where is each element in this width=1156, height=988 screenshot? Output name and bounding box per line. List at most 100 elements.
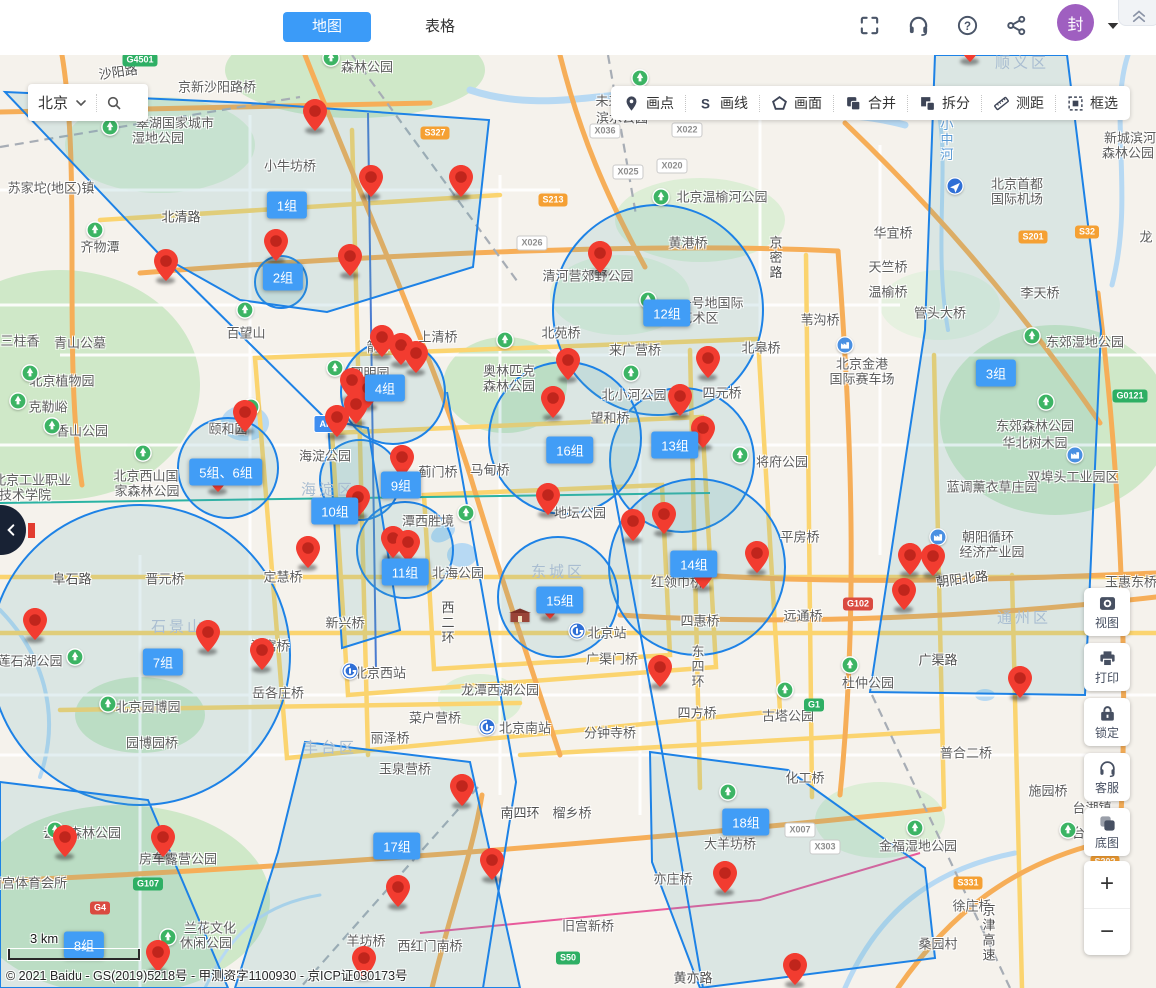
road-shield: X303 <box>809 840 840 855</box>
group-label[interactable]: 3组 <box>976 360 1016 387</box>
search-icon[interactable] <box>106 95 122 111</box>
map-place-label: 黄港桥 <box>668 233 707 252</box>
side-tool-print[interactable]: 打印 <box>1084 643 1130 691</box>
fullscreen-icon[interactable] <box>858 14 881 37</box>
tab-map[interactable]: 地图 <box>283 12 371 42</box>
map-place-label: 玉泉营桥 <box>379 759 431 778</box>
map-pin[interactable] <box>195 619 221 653</box>
map-pin[interactable] <box>249 637 275 671</box>
map-pin[interactable] <box>1007 665 1033 699</box>
map-place-label: 阜石路 <box>52 569 91 588</box>
map-place-label: 岳各庄桥 <box>252 683 304 702</box>
side-tool-lock[interactable]: 锁定 <box>1084 698 1130 746</box>
draw-tool-polyline[interactable]: S画线 <box>697 93 748 113</box>
polygon-icon <box>771 95 788 112</box>
collapse-header-button[interactable] <box>1118 0 1156 26</box>
group-label[interactable]: 16组 <box>546 437 593 464</box>
view-icon <box>1098 594 1117 613</box>
city-name[interactable]: 北京 <box>38 92 68 113</box>
group-label[interactable]: 17组 <box>373 833 420 860</box>
map-pin[interactable] <box>295 535 321 569</box>
map-place-label: 来广营桥 <box>609 340 661 359</box>
map-pin[interactable] <box>782 952 808 986</box>
draw-tool-merge[interactable]: 合并 <box>845 93 896 113</box>
group-label[interactable]: 4组 <box>365 375 405 402</box>
group-label[interactable]: 1组 <box>267 192 307 219</box>
group-label[interactable]: 7组 <box>143 649 183 676</box>
map-pin[interactable] <box>52 824 78 858</box>
help-icon[interactable]: ? <box>956 14 979 37</box>
map-pin[interactable] <box>647 654 673 688</box>
map-pin[interactable] <box>358 164 384 198</box>
map-pin[interactable] <box>744 540 770 574</box>
map-pin[interactable] <box>920 543 946 577</box>
map-pin[interactable] <box>302 98 328 132</box>
group-label[interactable]: 10组 <box>311 498 358 525</box>
group-label[interactable]: 9组 <box>381 472 421 499</box>
map-pin[interactable] <box>385 874 411 908</box>
zoom-out-button[interactable]: − <box>1084 909 1130 956</box>
map-pin[interactable] <box>337 243 363 277</box>
map-pin[interactable] <box>403 340 429 374</box>
map-pin[interactable] <box>695 345 721 379</box>
group-label[interactable]: 18组 <box>722 809 769 836</box>
map-pin[interactable] <box>479 847 505 881</box>
map-pin[interactable] <box>22 607 48 641</box>
zoom-in-button[interactable]: + <box>1084 861 1130 909</box>
map-pin[interactable] <box>712 860 738 894</box>
city-selector[interactable]: 北京 <box>28 84 148 121</box>
group-label[interactable]: 15组 <box>536 587 583 614</box>
map-pin[interactable] <box>587 240 613 274</box>
draw-tool-polygon[interactable]: 画面 <box>771 93 822 113</box>
group-label[interactable]: 12组 <box>643 300 690 327</box>
group-label[interactable]: 13组 <box>651 432 698 459</box>
group-label[interactable]: 14组 <box>670 551 717 578</box>
avatar[interactable]: 封 <box>1057 4 1094 41</box>
side-tool-headset[interactable]: 客服 <box>1084 753 1130 801</box>
group-label[interactable]: 2组 <box>263 264 303 291</box>
map-place-label: 东城区 <box>531 561 585 582</box>
map-pin[interactable] <box>263 228 289 262</box>
map-pin[interactable] <box>667 383 693 417</box>
road-shield: G4501 <box>122 55 157 67</box>
map-pin[interactable] <box>540 385 566 419</box>
side-tool-layers[interactable]: 底图 <box>1084 808 1130 856</box>
map-pin[interactable] <box>620 508 646 542</box>
map-pin[interactable] <box>153 248 179 282</box>
draw-tool-pin[interactable]: 画点 <box>623 93 674 113</box>
map-pin[interactable] <box>150 824 176 858</box>
map-pin[interactable] <box>449 773 475 807</box>
map-place-label: 森林公园 <box>483 376 535 395</box>
svg-text:S: S <box>701 96 710 111</box>
map-pin[interactable] <box>651 501 677 535</box>
side-tool-view[interactable]: 视图 <box>1084 588 1130 636</box>
split-icon <box>919 95 936 112</box>
share-icon[interactable] <box>1005 14 1028 37</box>
layers-icon <box>1098 814 1117 833</box>
map-pin[interactable] <box>891 577 917 611</box>
map-pin[interactable] <box>324 404 350 438</box>
toolbar-divider <box>1055 95 1056 112</box>
map-pin[interactable] <box>957 55 983 63</box>
draw-tool-split[interactable]: 拆分 <box>919 93 970 113</box>
draw-tool-measure[interactable]: 测距 <box>993 93 1044 113</box>
map-pin[interactable] <box>232 399 258 433</box>
road-shield: S50 <box>556 952 580 965</box>
group-label[interactable]: 5组、6组 <box>189 459 262 486</box>
draw-tool-label: 画点 <box>646 93 674 113</box>
svg-text:?: ? <box>964 21 971 33</box>
map-pin[interactable] <box>555 347 581 381</box>
map-place-label: 北清路 <box>161 207 200 226</box>
tab-table[interactable]: 表格 <box>410 12 470 42</box>
draw-tool-marquee[interactable]: 框选 <box>1067 93 1118 113</box>
map-pin[interactable] <box>535 482 561 516</box>
map-canvas[interactable]: 沙阳路京新沙阳路桥翠湖国家城市湿地公园森林公园小牛坊桥北清路苏家坨(地区)镇齐物… <box>0 55 1156 988</box>
park-icon <box>1037 393 1055 411</box>
map-pin[interactable] <box>448 164 474 198</box>
map-place-label: 新兴桥 <box>325 613 364 632</box>
group-label[interactable]: 11组 <box>382 559 429 586</box>
support-icon[interactable] <box>907 14 930 37</box>
scale-label: 3 km <box>30 931 58 946</box>
map-place-label: 龙潭西湖公园 <box>461 680 539 699</box>
road-shield: S201 <box>1018 231 1047 244</box>
